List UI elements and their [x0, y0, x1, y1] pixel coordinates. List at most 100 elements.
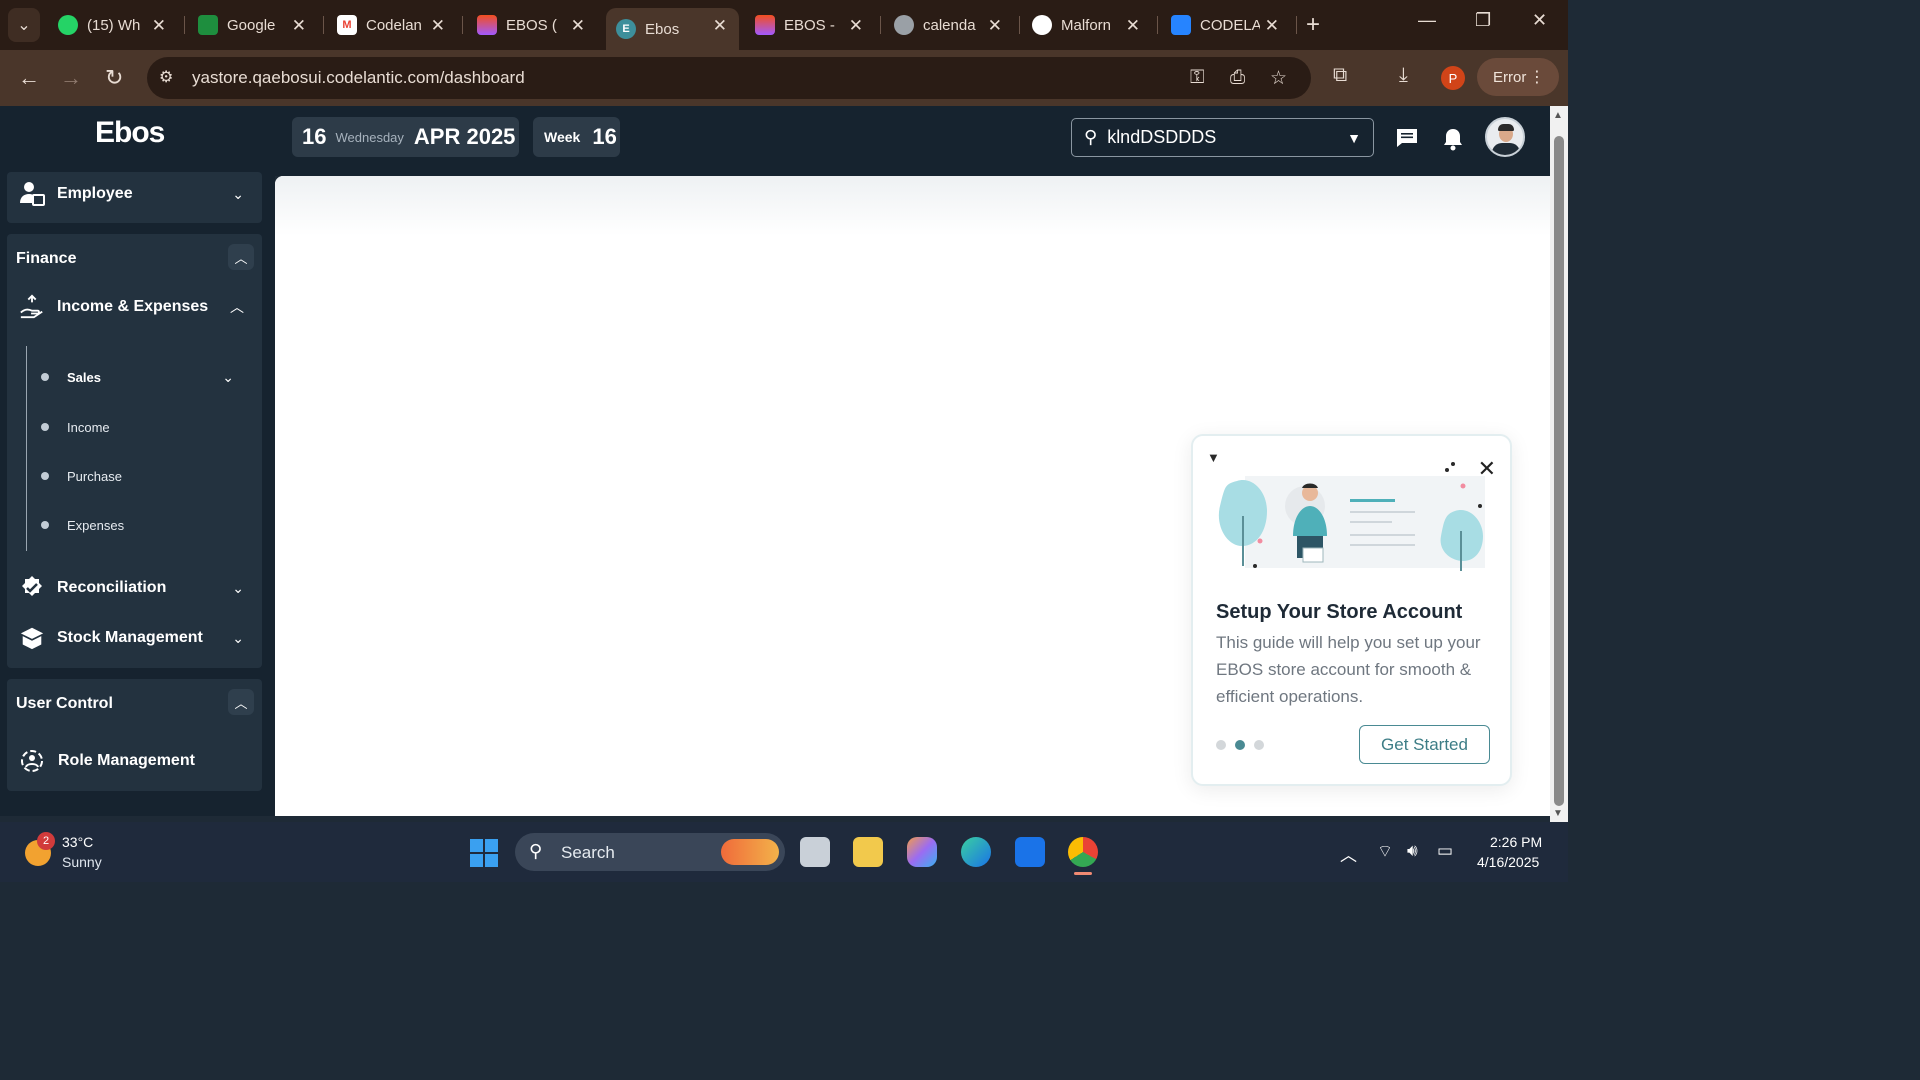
download-icon[interactable]: ⤓ [1399, 64, 1408, 87]
step-dot-active[interactable] [1235, 740, 1245, 750]
edge-icon[interactable] [961, 837, 991, 867]
notification-bell-icon[interactable] [1442, 127, 1464, 157]
browser-tab[interactable]: EBOS - ✕ [745, 8, 875, 42]
browser-tab-active[interactable]: E Ebos ✕ [606, 8, 739, 50]
close-icon[interactable]: ✕ [849, 16, 863, 36]
week-label: Week [544, 129, 581, 145]
windows-taskbar: 2 33°C Sunny ⚲ Search ︿ ⌔ 🔊︎ ▭ 2:26 PM 4… [0, 822, 1568, 882]
back-icon[interactable]: ← [18, 65, 40, 91]
task-view-icon[interactable] [800, 837, 830, 867]
volume-icon[interactable]: 🔊︎ [1407, 841, 1418, 861]
weather-condition[interactable]: Sunny [62, 854, 102, 870]
chevron-down-icon: ⌄ [232, 185, 244, 202]
sidebar-item-stock-management[interactable]: Stock Management ⌄ [7, 618, 262, 658]
minimize-icon[interactable]: — [1418, 10, 1436, 31]
new-tab-button[interactable]: + [1306, 11, 1320, 39]
sidebar-item-role-management[interactable]: Role Management [7, 741, 262, 781]
sidebar-subitem-expenses[interactable]: Expenses [29, 510, 264, 540]
reload-icon[interactable]: ↻ [105, 65, 123, 91]
battery-icon[interactable]: ▭ [1437, 841, 1453, 861]
password-key-icon[interactable]: ⚿ [1190, 67, 1204, 89]
sidebar-item-label: Employee [57, 185, 133, 202]
step-indicator [1216, 740, 1264, 750]
whatsapp-icon [58, 15, 78, 35]
chevron-up-icon[interactable]: ︿ [1340, 841, 1357, 866]
tab-title: EBOS ( [506, 16, 557, 34]
setup-guide-card: ▼ ✕ Setup Your Store Account This guide … [1191, 434, 1512, 786]
scroll-thumb[interactable] [1554, 136, 1564, 806]
outlook-icon[interactable] [1015, 837, 1045, 867]
file-explorer-icon[interactable] [853, 837, 883, 867]
clock-time[interactable]: 2:26 PM [1490, 834, 1542, 850]
close-icon[interactable]: ✕ [1126, 16, 1140, 36]
sidebar-item-reconciliation[interactable]: Reconciliation ⌄ [7, 568, 262, 608]
chat-icon[interactable] [1395, 127, 1419, 155]
forward-icon[interactable]: → [60, 65, 82, 91]
browser-tab[interactable]: Google ✕ [188, 8, 318, 42]
sidebar-subitem-sales[interactable]: Sales ⌄ [29, 362, 264, 392]
chevron-down-icon: ⌄ [222, 368, 234, 385]
window-close-icon[interactable]: ✕ [1532, 10, 1547, 31]
setup-illustration [1218, 462, 1485, 571]
wifi-icon[interactable]: ⌔ [1377, 841, 1393, 862]
profile-avatar[interactable]: P [1441, 66, 1465, 90]
week-number: 16 [592, 124, 617, 149]
date-weekday: Wednesday [335, 129, 404, 145]
clock-date[interactable]: 4/16/2025 [1477, 854, 1539, 870]
sidebar-subitem-purchase[interactable]: Purchase [29, 461, 264, 491]
tab-separator [184, 16, 185, 34]
sidebar-item-label: Role Management [58, 752, 195, 769]
browser-tab[interactable]: M Codelan ✕ [327, 8, 457, 42]
close-icon[interactable]: ✕ [1265, 16, 1279, 36]
employee-icon [19, 181, 45, 207]
weather-badge: 2 [37, 832, 55, 850]
browser-tab[interactable]: CODELA ✕ [1161, 8, 1291, 42]
step-dot[interactable] [1254, 740, 1264, 750]
windows-start-icon[interactable] [470, 839, 498, 867]
close-icon[interactable]: ✕ [292, 16, 306, 36]
url-text[interactable]: yastore.qaebosui.codelantic.com/dashboar… [192, 68, 525, 88]
close-icon[interactable]: ✕ [152, 16, 166, 36]
chrome-icon[interactable] [1068, 837, 1098, 867]
sidebar-item-employee[interactable]: Employee ⌄ [7, 174, 262, 214]
confluence-icon [1171, 15, 1191, 35]
browser-tab[interactable]: Malforn ✕ [1022, 8, 1152, 42]
close-icon[interactable]: ✕ [571, 16, 585, 36]
copilot-icon[interactable] [907, 837, 937, 867]
chevron-up-icon[interactable]: ︿ [228, 244, 254, 270]
browser-tab[interactable]: EBOS ( ✕ [467, 8, 597, 42]
taskbar-search[interactable]: ⚲ Search [515, 833, 785, 871]
tab-title: Codelan [366, 16, 422, 34]
tab-search-button[interactable]: ⌄ [8, 8, 40, 42]
sidebar-item-label: Reconciliation [57, 579, 167, 596]
figma-icon [755, 15, 775, 35]
install-app-icon[interactable]: ⎙ [1230, 67, 1245, 89]
close-icon[interactable]: ✕ [713, 16, 727, 36]
close-icon[interactable]: ✕ [431, 16, 445, 36]
sidebar-item-income-expenses[interactable]: Income & Expenses ︿ [7, 287, 262, 327]
weather-temp[interactable]: 33°C [62, 834, 93, 850]
site-info-icon[interactable]: ⚙ [159, 67, 181, 89]
extensions-icon[interactable]: ⧉ [1333, 64, 1347, 87]
sidebar-item-label: Stock Management [57, 629, 203, 646]
page-scrollbar[interactable]: ▲ ▼ [1550, 106, 1568, 822]
restore-icon[interactable]: ❐ [1475, 10, 1491, 31]
subitem-label: Purchase [67, 468, 122, 484]
tab-separator [462, 16, 463, 34]
address-bar[interactable]: ⚙ yastore.qaebosui.codelantic.com/dashbo… [147, 57, 1311, 99]
close-icon[interactable]: ✕ [988, 16, 1002, 36]
bookmark-star-icon[interactable]: ☆ [1270, 67, 1287, 90]
sidebar-subitem-income[interactable]: Income [29, 412, 264, 442]
step-dot[interactable] [1216, 740, 1226, 750]
browser-tab[interactable]: (15) Wh ✕ [48, 8, 178, 42]
location-select[interactable]: ⚲ klndDSDDDS ▼ [1071, 118, 1374, 157]
user-avatar[interactable] [1485, 117, 1525, 157]
app-logo[interactable]: Ebos [95, 116, 165, 150]
scroll-down-icon[interactable]: ▼ [1553, 808, 1563, 819]
get-started-button[interactable]: Get Started [1359, 725, 1490, 764]
error-menu-button[interactable]: Error ⋮ [1477, 58, 1559, 96]
chevron-up-icon[interactable]: ︿ [228, 689, 254, 715]
subitem-label: Sales [67, 369, 101, 385]
scroll-up-icon[interactable]: ▲ [1553, 110, 1563, 121]
browser-tab[interactable]: calenda ✕ [884, 8, 1014, 42]
